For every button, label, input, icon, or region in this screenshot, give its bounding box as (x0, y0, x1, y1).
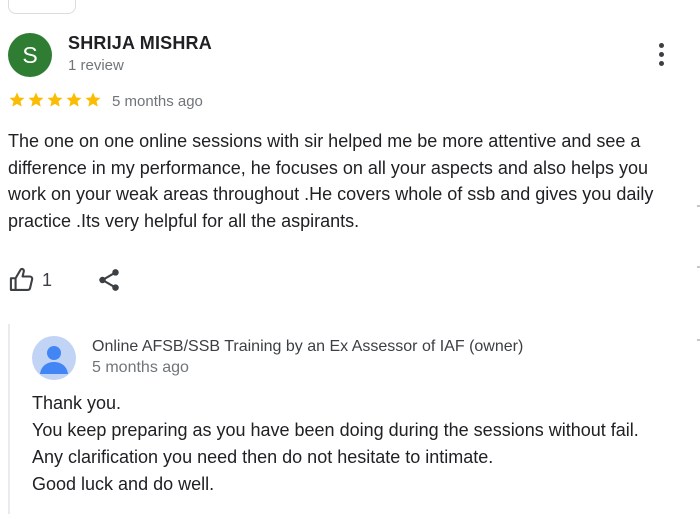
owner-avatar (32, 336, 76, 380)
owner-name: Online AFSB/SSB Training by an Ex Assess… (92, 338, 524, 355)
reviewer-name[interactable]: SHRIJA MISHRA (68, 33, 212, 54)
owner-reply-line: You keep preparing as you have been doin… (32, 420, 639, 440)
owner-reply-divider (8, 324, 10, 514)
default-person-avatar-icon (40, 346, 68, 374)
more-options-icon[interactable] (648, 40, 674, 68)
top-chip-partial[interactable] (8, 0, 76, 14)
like-button[interactable]: 1 (8, 266, 52, 294)
review-time: 5 months ago (112, 93, 203, 110)
star-icon (66, 92, 82, 107)
like-count: 1 (42, 269, 53, 290)
thumb-up-icon (9, 267, 34, 291)
review-text: The one on one online sessions with sir … (8, 131, 654, 231)
star-icon (85, 92, 101, 107)
star-icon (28, 92, 44, 107)
owner-reply-text: Thank you. You keep preparing as you hav… (32, 390, 692, 498)
star-icon (47, 92, 63, 107)
owner-reply-line: Any clarification you need then do not h… (32, 447, 494, 467)
owner-reply-line: Thank you. (32, 393, 122, 413)
owner-reply-line: Good luck and do well. (32, 474, 215, 494)
share-icon (99, 269, 119, 291)
share-button[interactable] (96, 267, 122, 293)
star-icon (9, 92, 25, 107)
avatar-initial: S (22, 41, 38, 68)
owner-reply-time: 5 months ago (92, 359, 189, 376)
star-rating (8, 91, 102, 111)
reviewer-avatar[interactable]: S (8, 33, 52, 77)
reviewer-review-count: 1 review (68, 57, 124, 74)
